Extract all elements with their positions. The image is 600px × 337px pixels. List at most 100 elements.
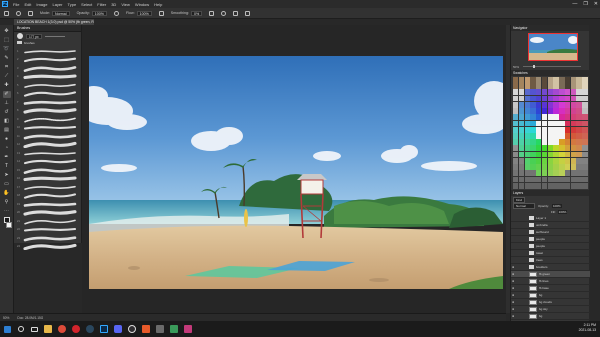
color-swatch[interactable] — [564, 95, 571, 102]
flow-input[interactable]: 100% — [136, 10, 152, 16]
layer-row[interactable]: umbrella — [511, 222, 590, 229]
color-swatch[interactable] — [536, 101, 542, 108]
brush-preset[interactable]: 6 — [17, 90, 79, 99]
color-swatch[interactable] — [518, 182, 525, 189]
menu-image[interactable]: Image — [36, 2, 47, 7]
color-swatch[interactable] — [547, 120, 553, 127]
color-swatch[interactable] — [518, 108, 525, 114]
path-select-icon[interactable]: ➤ — [3, 172, 11, 179]
color-swatch[interactable] — [547, 170, 553, 177]
color-swatch[interactable] — [570, 164, 577, 170]
color-swatch[interactable] — [570, 133, 577, 139]
lasso-icon[interactable]: ➰ — [3, 46, 11, 53]
color-swatch[interactable] — [541, 157, 548, 164]
brush-preset[interactable]: 14 — [17, 158, 79, 167]
visibility-eye-icon[interactable]: ● — [511, 265, 515, 269]
color-swatch[interactable] — [570, 95, 577, 102]
blend-mode-select[interactable]: Normal — [513, 202, 535, 209]
beach-painting[interactable] — [89, 56, 503, 289]
color-swatch[interactable] — [576, 164, 582, 170]
color-swatch[interactable] — [576, 83, 582, 90]
windows-start-icon[interactable] — [4, 325, 11, 333]
brush-icon[interactable]: ✐ — [2, 91, 11, 98]
layer-fill-input[interactable]: 100% — [557, 209, 568, 214]
color-swatch[interactable] — [564, 126, 571, 133]
healing-icon[interactable]: ✚ — [3, 82, 11, 89]
color-swatch[interactable] — [547, 176, 553, 183]
mode-select[interactable]: Normal — [52, 10, 70, 16]
swatches-panel-title[interactable]: Swatches — [511, 70, 590, 76]
color-swatch[interactable] — [513, 89, 519, 96]
color-swatch[interactable] — [513, 157, 519, 164]
color-swatch[interactable] — [518, 101, 525, 108]
color-swatch[interactable] — [564, 176, 571, 183]
move-icon[interactable]: ✥ — [3, 28, 11, 35]
color-swatch[interactable] — [564, 182, 571, 189]
color-swatch[interactable] — [536, 83, 542, 90]
color-swatch[interactable] — [570, 77, 577, 83]
hand-icon[interactable]: ✋ — [3, 190, 11, 197]
color-swatch[interactable] — [553, 133, 559, 139]
color-swatch[interactable] — [518, 157, 525, 164]
color-swatch[interactable] — [541, 164, 548, 170]
color-swatch[interactable] — [518, 95, 525, 102]
color-swatch[interactable] — [553, 170, 559, 177]
zoom-level[interactable]: 50% — [3, 316, 9, 320]
color-swatch[interactable] — [582, 151, 588, 158]
color-swatch[interactable] — [524, 77, 530, 83]
brush-settings-icon[interactable] — [28, 10, 33, 16]
color-swatch[interactable] — [541, 126, 548, 133]
search-icon[interactable] — [17, 325, 25, 333]
color-swatch[interactable] — [541, 101, 548, 108]
close-button[interactable]: ✕ — [594, 1, 598, 7]
color-swatch[interactable] — [559, 145, 565, 152]
color-swatch[interactable] — [524, 145, 530, 152]
color-swatch[interactable] — [564, 77, 571, 83]
document-canvas[interactable] — [89, 56, 503, 289]
color-swatch[interactable] — [547, 133, 553, 139]
visibility-eye-icon[interactable]: ● — [511, 314, 515, 318]
color-swatch[interactable] — [530, 157, 536, 164]
color-swatch[interactable] — [559, 133, 565, 139]
pressure-size-icon[interactable] — [233, 10, 239, 16]
color-swatch[interactable] — [570, 108, 577, 114]
color-swatch[interactable] — [564, 139, 571, 146]
brush-size-icon[interactable] — [16, 10, 21, 16]
color-swatch[interactable] — [547, 139, 553, 146]
color-swatch[interactable] — [541, 139, 548, 146]
blur-icon[interactable]: ● — [3, 136, 11, 143]
color-swatch[interactable] — [547, 101, 553, 108]
color-swatch[interactable] — [564, 120, 571, 127]
dodge-icon[interactable]: ◔ — [3, 145, 11, 152]
steam-icon[interactable] — [86, 325, 94, 333]
color-swatch[interactable] — [547, 151, 553, 158]
color-swatch[interactable] — [559, 101, 565, 108]
menu-file[interactable]: File — [13, 2, 19, 7]
color-swatch[interactable] — [559, 126, 565, 133]
color-swatch[interactable] — [530, 126, 536, 133]
color-swatch[interactable] — [518, 164, 525, 170]
color-swatch[interactable] — [530, 89, 536, 96]
layer-row[interactable]: ● boulders — [511, 264, 590, 271]
symmetry-icon[interactable] — [245, 10, 251, 16]
color-swatch[interactable] — [576, 176, 582, 183]
color-swatch[interactable] — [570, 139, 577, 146]
color-swatch[interactable] — [536, 182, 542, 189]
brush-preset[interactable]: 5 — [17, 81, 79, 90]
color-swatch[interactable] — [524, 157, 530, 164]
color-swatch[interactable] — [518, 133, 525, 139]
color-swatch[interactable] — [536, 95, 542, 102]
system-tray-clock[interactable]: 2:11 PM 2021-08-13 — [579, 323, 596, 333]
color-swatch[interactable] — [513, 101, 519, 108]
color-swatch[interactable] — [541, 133, 548, 139]
color-swatch[interactable] — [513, 151, 519, 158]
color-swatch[interactable] — [524, 83, 530, 90]
color-swatch[interactable] — [576, 170, 582, 177]
color-swatch[interactable] — [513, 170, 519, 177]
color-swatch[interactable] — [570, 176, 577, 183]
color-swatch[interactable] — [553, 176, 559, 183]
color-swatch[interactable] — [582, 108, 588, 114]
visibility-eye-icon[interactable]: ● — [511, 286, 515, 290]
color-swatch[interactable] — [570, 157, 577, 164]
navigator-panel-title[interactable]: Navigator — [511, 25, 589, 31]
